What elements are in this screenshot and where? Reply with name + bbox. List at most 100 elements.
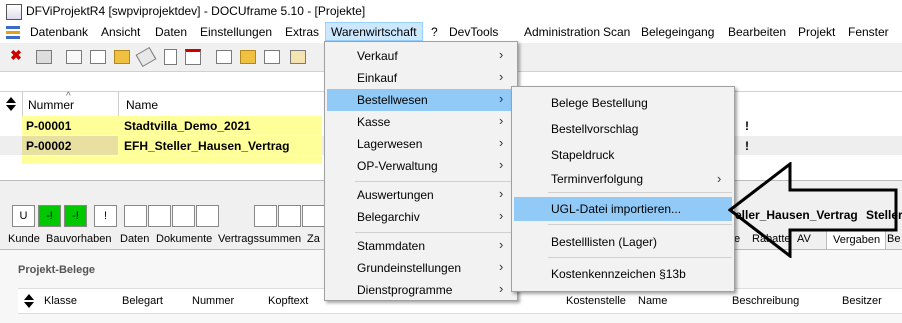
menu-devtools[interactable]: DevTools: [449, 25, 498, 39]
row-flag: !: [745, 119, 749, 133]
menu-item-stapeldruck[interactable]: Stapeldruck: [514, 143, 732, 167]
menu-warenwirtschaft[interactable]: Warenwirtschaft: [325, 22, 423, 41]
chevron-right-icon: ›: [499, 237, 504, 252]
menu-einstellungen[interactable]: Einstellungen: [200, 25, 272, 39]
menu-datenbank[interactable]: Datenbank: [30, 25, 88, 39]
column-header-belegart[interactable]: Belegart: [122, 295, 163, 307]
open-folder-icon[interactable]: [238, 47, 258, 67]
sort-toggle-icon[interactable]: [4, 96, 18, 112]
column-header-name[interactable]: Name: [638, 295, 667, 307]
app-icon: [6, 4, 22, 20]
menu-item-einkauf[interactable]: Einkauf ›: [327, 67, 515, 89]
status-box-empty[interactable]: [278, 205, 301, 227]
title-bar: DFViProjektR4 [swpviprojektdev] - DOCUfr…: [0, 0, 902, 22]
chevron-right-icon: ›: [499, 113, 504, 128]
document-icon[interactable]: [160, 47, 180, 67]
tab-kunde[interactable]: Kunde: [8, 233, 40, 245]
column-header-name[interactable]: Name: [126, 98, 158, 112]
print-icon[interactable]: [34, 47, 54, 67]
menu-item-bestellwesen[interactable]: Bestellwesen ›: [327, 89, 515, 111]
menu-belegeingang[interactable]: Belegeingang: [641, 25, 714, 39]
tab-daten[interactable]: Daten: [120, 233, 149, 245]
row-flag: !: [745, 139, 749, 153]
menu-item-bestelllisten-lager[interactable]: Bestelllisten (Lager): [514, 230, 732, 254]
window-title: DFViProjektR4 [swpviprojektdev] - DOCUfr…: [26, 4, 366, 18]
delete-icon[interactable]: ✖: [6, 47, 26, 67]
menu-bar: Datenbank Ansicht Daten Einstellungen Ex…: [0, 22, 902, 43]
menu-administration[interactable]: Administration: [524, 25, 600, 39]
column-header-kopftext[interactable]: Kopftext: [268, 295, 308, 307]
tag-icon[interactable]: [135, 46, 157, 68]
chevron-right-icon: ›: [499, 157, 504, 172]
chevron-right-icon: ›: [499, 281, 504, 296]
menu-item-lagerwesen[interactable]: Lagerwesen ›: [327, 133, 515, 155]
menu-scan[interactable]: Scan: [603, 25, 630, 39]
menu-separator: [355, 232, 513, 233]
chevron-right-icon: ›: [499, 259, 504, 274]
chevron-right-icon: ›: [499, 186, 504, 201]
sort-toggle-icon[interactable]: [22, 293, 36, 309]
status-box-green[interactable]: -!: [38, 205, 61, 227]
folder-icon[interactable]: [112, 47, 132, 67]
list-icon[interactable]: [88, 47, 108, 67]
menu-item-kasse[interactable]: Kasse ›: [327, 111, 515, 133]
menu-item-kostenkennzeichen-13b[interactable]: Kostenkennzeichen §13b: [514, 262, 732, 286]
menu-item-belege-bestellung[interactable]: Belege Bestellung: [514, 91, 732, 115]
new-document-icon[interactable]: [262, 47, 282, 67]
menu-daten[interactable]: Daten: [155, 25, 187, 39]
row-name: Stadtvilla_Demo_2021: [124, 119, 251, 133]
menu-item-stammdaten[interactable]: Stammdaten ›: [327, 235, 515, 257]
annotation-arrow-icon: [728, 162, 898, 258]
section-title: Projekt-Belege: [18, 264, 96, 276]
chevron-right-icon: ›: [717, 171, 722, 186]
menu-help[interactable]: ?: [431, 25, 438, 39]
tab-bauvorhaben[interactable]: Bauvorhaben: [46, 233, 111, 245]
column-header-klasse[interactable]: Klasse: [44, 295, 77, 307]
status-box-empty[interactable]: [254, 205, 277, 227]
menu-item-grundeinstellungen[interactable]: Grundeinstellungen ›: [327, 257, 515, 279]
menu-fenster[interactable]: Fenster: [848, 25, 889, 39]
chevron-right-icon: ›: [499, 47, 504, 62]
menu-separator: [548, 192, 732, 193]
mail-icon[interactable]: [288, 47, 308, 67]
menu-extras[interactable]: Extras: [285, 25, 319, 39]
row-name: EFH_Steller_Hausen_Vertrag: [124, 139, 290, 153]
menu-bearbeiten[interactable]: Bearbeiten: [728, 25, 786, 39]
menu-item-auswertungen[interactable]: Auswertungen ›: [327, 184, 515, 206]
status-box-empty[interactable]: [148, 205, 171, 227]
menu-item-ugl-datei-importieren[interactable]: UGL-Datei importieren...: [514, 197, 732, 221]
card-icon[interactable]: [64, 47, 84, 67]
menu-separator: [548, 224, 732, 225]
chevron-right-icon: ›: [499, 208, 504, 223]
status-box-green[interactable]: -!: [64, 205, 87, 227]
menu-item-dienstprogramme[interactable]: Dienstprogramme ›: [327, 279, 515, 301]
tab-vertragssummen[interactable]: Vertragssummen: [218, 233, 301, 245]
tab-za[interactable]: Za: [307, 233, 320, 245]
status-box-empty[interactable]: [302, 205, 325, 227]
bestellwesen-submenu: Belege Bestellung Bestellvorschlag Stape…: [511, 86, 735, 292]
menu-ansicht[interactable]: Ansicht: [101, 25, 140, 39]
status-box-alert[interactable]: !: [94, 205, 117, 227]
column-header-besitzer[interactable]: Besitzer: [842, 295, 882, 307]
status-box-u[interactable]: U: [12, 205, 35, 227]
chevron-right-icon: ›: [499, 135, 504, 150]
chevron-right-icon: ›: [499, 91, 504, 106]
menu-item-belegarchiv[interactable]: Belegarchiv ›: [327, 206, 515, 228]
status-box-empty[interactable]: [124, 205, 147, 227]
tab-dokumente[interactable]: Dokumente: [156, 233, 212, 245]
status-box-empty[interactable]: [172, 205, 195, 227]
menubar-app-icon[interactable]: [6, 25, 22, 39]
column-header-beschreibung[interactable]: Beschreibung: [732, 295, 799, 307]
menu-item-verkauf[interactable]: Verkauf ›: [327, 45, 515, 67]
calendar-icon[interactable]: [183, 47, 203, 67]
task-icon[interactable]: [214, 47, 234, 67]
column-header-nummer[interactable]: Nummer: [192, 295, 234, 307]
menu-item-terminverfolgung[interactable]: Terminverfolgung ›: [514, 167, 732, 191]
column-header-kostenstelle[interactable]: Kostenstelle: [566, 295, 626, 307]
menu-item-bestellvorschlag[interactable]: Bestellvorschlag: [514, 117, 732, 141]
menu-separator: [548, 257, 732, 258]
status-box-empty[interactable]: [196, 205, 219, 227]
row-number: P-00001: [26, 119, 72, 133]
menu-projekt[interactable]: Projekt: [798, 25, 835, 39]
menu-item-op-verwaltung[interactable]: OP-Verwaltung ›: [327, 155, 515, 177]
